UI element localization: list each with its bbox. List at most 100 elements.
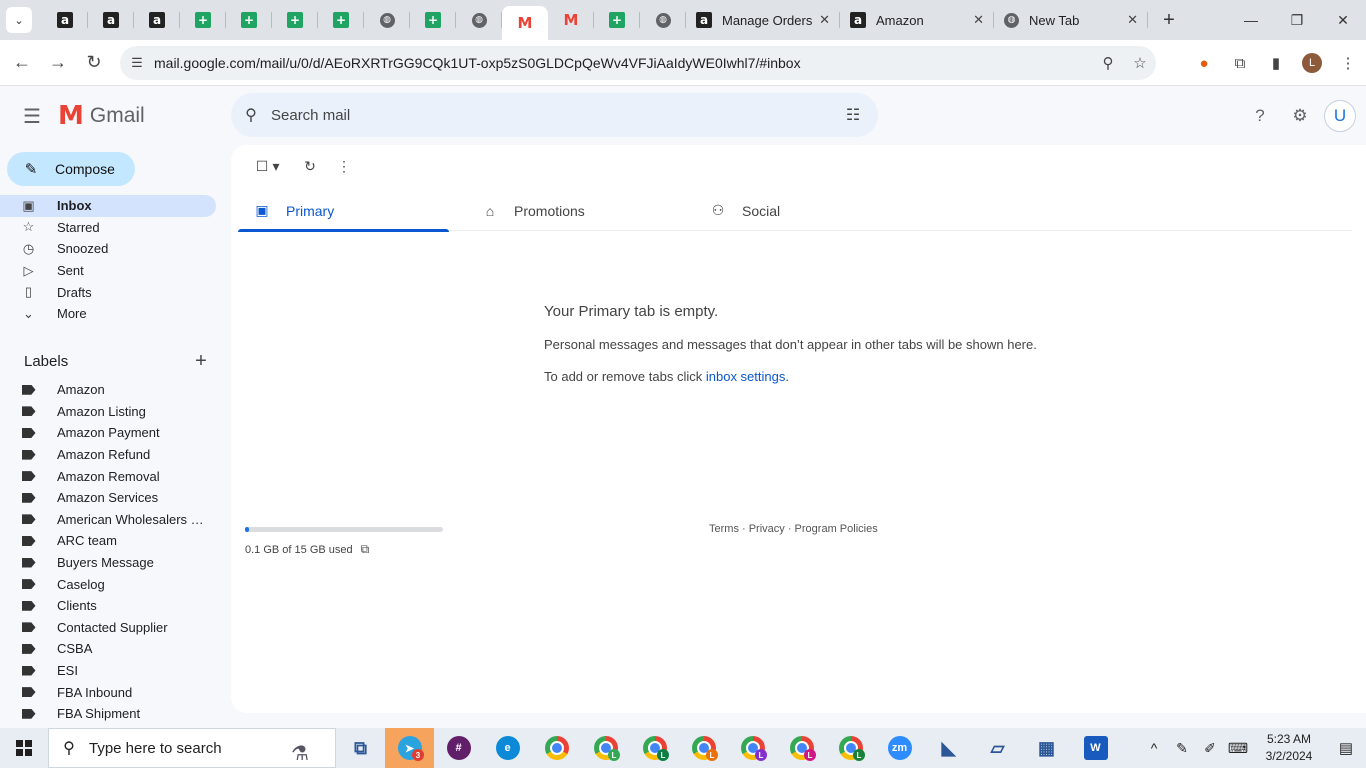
refresh-icon[interactable]: ↻: [293, 155, 327, 177]
address-bar[interactable]: ☰ mail.google.com/mail/u/0/d/AEoRXRTrGG9…: [120, 46, 1156, 80]
chrome-profile-taskbar-button[interactable]: L: [581, 728, 630, 768]
label-item[interactable]: Amazon Services: [0, 487, 216, 509]
inbox-settings-link[interactable]: inbox settings: [706, 369, 786, 384]
label-item[interactable]: Amazon Refund: [0, 444, 216, 466]
taskbar-search[interactable]: ⚲ Type here to search ⚗: [48, 728, 336, 768]
pinned-tab[interactable]: a: [88, 0, 134, 40]
label-item[interactable]: Amazon Removal: [0, 465, 216, 487]
chrome-profile-taskbar-button[interactable]: L: [728, 728, 777, 768]
close-tab-icon[interactable]: ✕: [819, 12, 830, 28]
chrome-profile-taskbar-button[interactable]: L: [630, 728, 679, 768]
close-tab-icon[interactable]: ✕: [1127, 12, 1138, 28]
label-item[interactable]: FBA Inbound: [0, 681, 216, 703]
back-button[interactable]: ←: [4, 45, 40, 81]
search-icon[interactable]: ⚲: [231, 105, 271, 125]
pinned-tab[interactable]: +: [272, 0, 318, 40]
create-label-icon[interactable]: +: [186, 350, 216, 373]
open-storage-icon[interactable]: ⧉: [361, 542, 370, 557]
pinned-tab[interactable]: M: [502, 6, 548, 40]
tab-promotions[interactable]: ⌂ Promotions: [466, 190, 677, 231]
label-item[interactable]: American Wholesalers L...: [0, 509, 216, 531]
chrome-profile-taskbar-button[interactable]: L: [777, 728, 826, 768]
show-hidden-icons-icon[interactable]: ^: [1140, 740, 1168, 757]
sidebar-item-sent[interactable]: ▷ Sent: [0, 260, 216, 282]
task-view-taskbar-button[interactable]: ⧉: [336, 728, 385, 768]
minimize-button[interactable]: —: [1228, 0, 1274, 40]
chrome-taskbar-button[interactable]: [532, 728, 581, 768]
pinned-tab[interactable]: ◍: [364, 0, 410, 40]
chrome-profile-taskbar-button[interactable]: L: [826, 728, 875, 768]
help-icon[interactable]: ?: [1240, 96, 1280, 136]
tab-social[interactable]: ⚇ Social: [694, 190, 905, 231]
extensions-puzzle-icon[interactable]: ⧉: [1222, 55, 1258, 72]
notifications-icon[interactable]: ▤: [1326, 739, 1366, 757]
label-item[interactable]: ESI: [0, 660, 216, 682]
browser-tab[interactable]: a Manage Orders ✕: [686, 0, 840, 40]
pinned-tab[interactable]: +: [318, 0, 364, 40]
pen-icon[interactable]: ✎: [1168, 740, 1196, 757]
word-taskbar-button[interactable]: W: [1071, 728, 1120, 768]
main-menu-icon[interactable]: ☰: [8, 92, 56, 140]
edge-taskbar-button[interactable]: e: [483, 728, 532, 768]
browser-menu-icon[interactable]: ⋮: [1330, 54, 1366, 72]
new-tab-button[interactable]: +: [1154, 5, 1184, 35]
gmail-logo[interactable]: M Gmail: [58, 101, 145, 131]
label-item[interactable]: Amazon Payment: [0, 422, 216, 444]
chrome-profile-taskbar-button[interactable]: L: [679, 728, 728, 768]
url-text[interactable]: mail.google.com/mail/u/0/d/AEoRXRTrGG9CQ…: [154, 55, 1092, 71]
zoom-icon[interactable]: ⚲: [1092, 54, 1124, 72]
label-item[interactable]: CSBA: [0, 638, 216, 660]
select-dropdown-icon[interactable]: ▾: [269, 155, 283, 177]
forward-button[interactable]: →: [40, 45, 76, 81]
keyboard-icon[interactable]: ⌨: [1224, 740, 1252, 757]
pinned-tab[interactable]: a: [42, 0, 88, 40]
profile-avatar[interactable]: L: [1302, 53, 1322, 73]
sidebar-item-snoozed[interactable]: ◷ Snoozed: [0, 238, 216, 260]
side-panel-icon[interactable]: ▮: [1258, 54, 1294, 72]
browser-tab[interactable]: ◍ New Tab ✕: [994, 0, 1148, 40]
tab-search-button[interactable]: ⌄: [6, 7, 32, 33]
close-window-button[interactable]: ✕: [1320, 0, 1366, 40]
compose-button[interactable]: ✎ Compose: [7, 152, 135, 186]
pinned-tab[interactable]: M: [548, 0, 594, 40]
slack-taskbar-button[interactable]: #: [434, 728, 483, 768]
pinned-tab[interactable]: ◍: [456, 0, 502, 40]
footer-links[interactable]: Terms · Privacy · Program Policies: [709, 523, 878, 535]
calculator-taskbar-button[interactable]: ▦: [1022, 728, 1071, 768]
label-item[interactable]: Buyers Message: [0, 552, 216, 574]
pinned-tab[interactable]: a: [134, 0, 180, 40]
pinned-tab[interactable]: ◍: [640, 0, 686, 40]
taskbar-search-input[interactable]: Type here to search: [89, 740, 265, 757]
label-item[interactable]: Caselog: [0, 573, 216, 595]
sidebar-item-more[interactable]: ⌄ More: [0, 303, 216, 325]
media-app-taskbar-button[interactable]: ◣: [924, 728, 973, 768]
telegram-taskbar-button[interactable]: ➤ 3: [385, 728, 434, 768]
more-options-icon[interactable]: ⋮: [327, 155, 361, 177]
label-item[interactable]: Amazon: [0, 379, 216, 401]
sidebar-item-inbox[interactable]: ▣ Inbox: [0, 195, 216, 217]
browser-tab[interactable]: a Amazon ✕: [840, 0, 994, 40]
pinned-tab[interactable]: +: [180, 0, 226, 40]
settings-gear-icon[interactable]: ⚙: [1280, 96, 1320, 136]
account-avatar[interactable]: U: [1324, 100, 1356, 132]
site-info-icon[interactable]: ☰: [120, 55, 154, 71]
ink-workspace-icon[interactable]: ✐: [1196, 740, 1224, 757]
label-item[interactable]: FBA Shipment: [0, 703, 216, 725]
bookmark-star-icon[interactable]: ☆: [1124, 54, 1156, 72]
restore-button[interactable]: ❐: [1274, 0, 1320, 40]
pinned-tab[interactable]: +: [594, 0, 640, 40]
zoom-taskbar-button[interactable]: zm: [875, 728, 924, 768]
label-item[interactable]: Contacted Supplier: [0, 617, 216, 639]
label-item[interactable]: Amazon Listing: [0, 401, 216, 423]
search-input[interactable]: Search mail: [271, 107, 828, 124]
extension-fire-icon[interactable]: ●: [1186, 55, 1222, 72]
label-item[interactable]: Clients: [0, 595, 216, 617]
search-bar[interactable]: ⚲ Search mail ☷: [231, 93, 878, 137]
sidebar-item-drafts[interactable]: ▯ Drafts: [0, 281, 216, 303]
clock[interactable]: 5:23 AM 3/2/2024: [1252, 731, 1326, 765]
reload-button[interactable]: ↻: [76, 45, 112, 81]
label-item[interactable]: ARC team: [0, 530, 216, 552]
close-tab-icon[interactable]: ✕: [973, 12, 984, 28]
notepad-taskbar-button[interactable]: ▱: [973, 728, 1022, 768]
tab-primary[interactable]: ▣ Primary: [238, 190, 449, 232]
